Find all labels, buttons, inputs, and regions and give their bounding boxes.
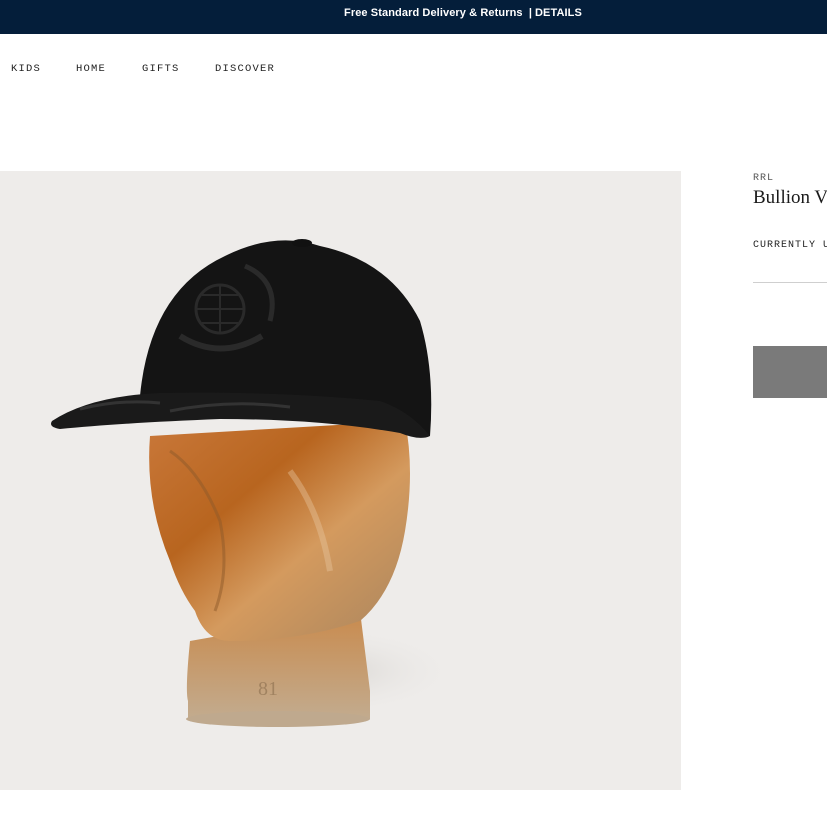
nav-item-discover[interactable]: DISCOVER [215, 63, 275, 75]
product-title: Bullion V [753, 187, 827, 208]
divider [753, 282, 827, 283]
promo-details-link[interactable]: DETAILS [535, 7, 582, 19]
promo-text: Free Standard Delivery & Returns [344, 7, 523, 19]
nav-item-home[interactable]: HOME [76, 63, 106, 75]
nav-item-kids[interactable]: KIDS [11, 63, 41, 75]
price-label: CURRENTLY U [753, 240, 827, 251]
promo-separator: | [528, 7, 532, 19]
add-to-bag-button[interactable] [753, 346, 827, 398]
product-image[interactable]: 81 [0, 171, 681, 790]
svg-text:81: 81 [258, 678, 278, 700]
promo-bar: Free Standard Delivery & Returns | DETAIL… [0, 0, 827, 34]
product-brand[interactable]: RRL [753, 173, 774, 184]
main-nav: KIDS HOME GIFTS DISCOVER [0, 34, 827, 104]
promo-message: Free Standard Delivery & Returns | DETAIL… [344, 7, 582, 19]
nav-item-gifts[interactable]: GIFTS [142, 63, 180, 75]
product-details: RRL Bullion V CURRENTLY U [753, 171, 827, 411]
product-photo: 81 [51, 239, 460, 727]
